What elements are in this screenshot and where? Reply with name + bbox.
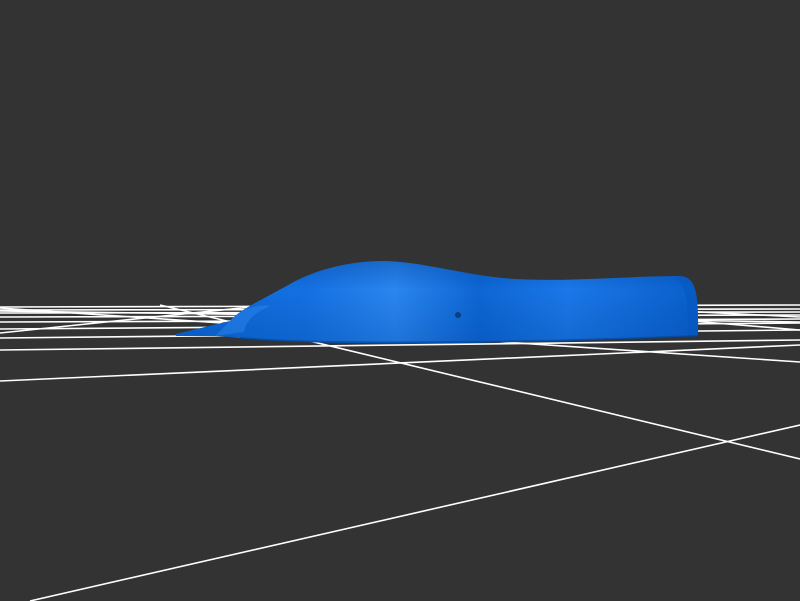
scene-canvas[interactable] — [0, 0, 800, 601]
3d-viewport[interactable] — [0, 0, 800, 601]
ground-grid — [0, 304, 800, 601]
model-hole — [455, 312, 461, 318]
3d-model[interactable] — [176, 261, 699, 344]
